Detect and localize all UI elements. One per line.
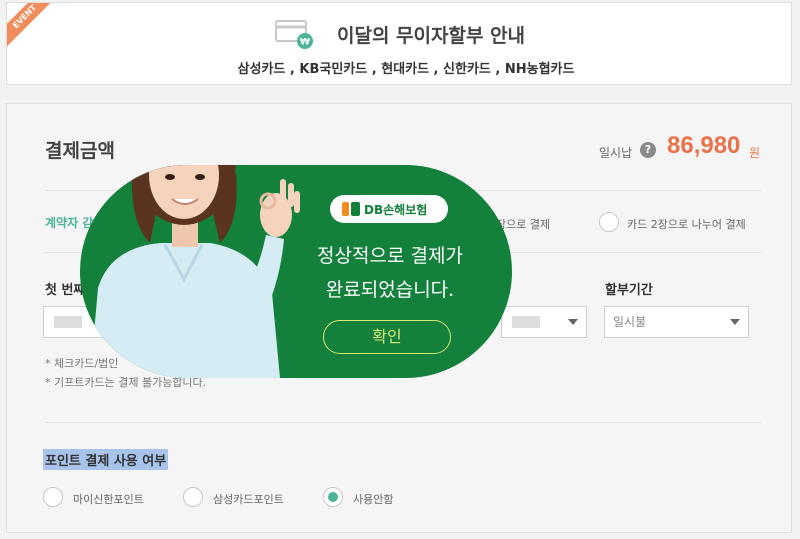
split-card-radio[interactable] <box>599 212 619 232</box>
event-title: 이달의 무이자할부 안내 <box>337 25 526 47</box>
currency-label: 원 <box>749 146 761 160</box>
point-label-samsung: 삼성카드포인트 <box>213 493 284 506</box>
lump-sum-label: 일시납 <box>599 146 633 160</box>
point-usage-title: 포인트 결제 사용 여부 <box>43 449 169 470</box>
event-banner: EVENT ₩ 이달의 무이자할부 안내 삼성카드 , KB국민카드 , 현대카… <box>6 2 792 85</box>
svg-text:₩: ₩ <box>300 38 310 48</box>
db-brand-text: DB손해보험 <box>364 203 428 217</box>
help-icon[interactable]: ? <box>640 142 656 158</box>
point-radio-samsung[interactable] <box>183 487 203 507</box>
card-number-select[interactable] <box>501 306 587 338</box>
chevron-down-icon <box>568 319 578 325</box>
chevron-down-icon <box>730 319 740 325</box>
installment-label: 할부기간 <box>605 283 653 298</box>
point-radio-none[interactable] <box>323 487 343 507</box>
payment-complete-popup: DB손해보험 정상적으로 결제가 완료되었습니다. 확인 <box>80 165 512 378</box>
popup-message-line1: 정상적으로 결제가 <box>317 245 463 267</box>
credit-card-icon: ₩ <box>275 20 313 49</box>
payment-title: 결제금액 <box>45 140 115 162</box>
installment-select[interactable]: 일시불 <box>604 306 749 338</box>
model-photo <box>90 165 300 378</box>
db-insurance-logo: DB손해보험 <box>330 195 448 223</box>
confirm-button[interactable]: 확인 <box>323 320 451 354</box>
point-label-shinhan: 마이신한포인트 <box>73 493 144 506</box>
masked-value <box>512 316 540 328</box>
payment-amount: 86,980 <box>667 132 741 159</box>
point-radio-shinhan[interactable] <box>43 487 63 507</box>
db-logo-mark-icon <box>342 202 360 216</box>
event-ribbon: EVENT <box>7 3 59 51</box>
point-label-none: 사용안함 <box>353 493 394 506</box>
divider <box>45 422 761 423</box>
installment-value: 일시불 <box>613 315 647 329</box>
popup-message-line2: 완료되었습니다. <box>325 279 455 301</box>
masked-value <box>54 316 82 328</box>
split-card-label: 카드 2장으로 나누어 결제 <box>627 218 746 231</box>
event-card-list: 삼성카드 , KB국민카드 , 현대카드 , 신한카드 , NH농협카드 <box>237 62 575 77</box>
